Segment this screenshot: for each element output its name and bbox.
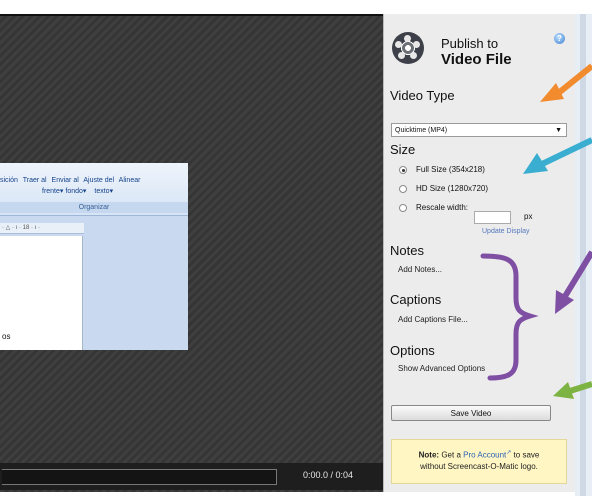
green-arrow-icon bbox=[553, 381, 592, 399]
teal-arrow-icon bbox=[523, 137, 592, 174]
annotation-overlay bbox=[480, 63, 592, 399]
orange-arrow-icon bbox=[540, 63, 592, 102]
purple-brace-icon bbox=[480, 253, 539, 381]
purple-arrow-icon bbox=[555, 250, 592, 314]
app-window: sición Traer al Enviar al Ajuste del Ali… bbox=[0, 0, 592, 496]
